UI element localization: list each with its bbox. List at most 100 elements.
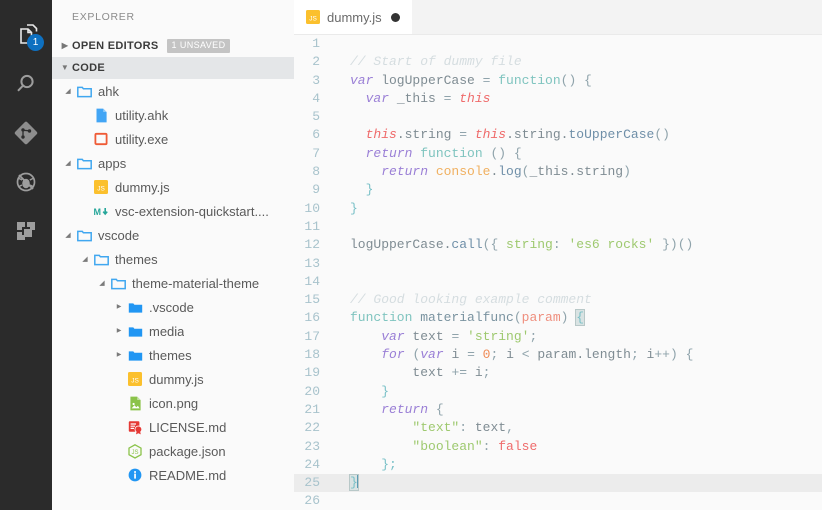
- section-open-editors[interactable]: ▶ OPEN EDITORS 1 UNSAVED: [52, 35, 294, 57]
- code-token-fnname: materialfunc: [420, 310, 514, 326]
- code-token-key: var: [381, 328, 405, 344]
- code-line[interactable]: 14: [294, 273, 822, 291]
- activity-item-debug[interactable]: [0, 157, 52, 206]
- line-number: 15: [304, 292, 320, 308]
- code-line[interactable]: 5: [294, 108, 822, 126]
- code-line[interactable]: 2 // Start of dummy file: [294, 53, 822, 71]
- tree-file-row[interactable]: icon.png: [52, 391, 294, 415]
- chevron-down-icon[interactable]: ◢: [62, 232, 74, 239]
- chevron-down-icon[interactable]: ◢: [96, 280, 108, 287]
- code-line-text: }: [336, 383, 822, 401]
- tab-dummy-js[interactable]: JS dummy.js: [294, 0, 412, 34]
- code-line-text: "boolean": false: [336, 438, 822, 456]
- chevron-down-icon: ▼: [60, 63, 70, 72]
- code-line[interactable]: 25}: [294, 474, 822, 493]
- code-line[interactable]: 8 return console.log(_this.string): [294, 163, 822, 181]
- tree-folder-row[interactable]: ▶ media: [52, 319, 294, 343]
- code-line-text: }: [336, 181, 822, 199]
- code-line[interactable]: 7 return function () {: [294, 145, 822, 163]
- activity-item-source-control[interactable]: [0, 108, 52, 157]
- code-line-text: // Start of dummy file: [336, 53, 822, 71]
- code-line[interactable]: 10}: [294, 200, 822, 218]
- code-line[interactable]: 19 text += i;: [294, 364, 822, 382]
- code-line[interactable]: 15 // Good looking example comment: [294, 291, 822, 309]
- code-line[interactable]: 1: [294, 35, 822, 53]
- tree-file-row[interactable]: Mvsc-extension-quickstart....: [52, 199, 294, 223]
- code-token-ident: logUpperCase.: [350, 237, 452, 253]
- code-token-punct: :: [482, 438, 499, 454]
- readme-icon: [125, 468, 145, 482]
- dirty-indicator-icon[interactable]: [390, 12, 400, 22]
- code-token-punct: =: [443, 90, 460, 106]
- code-token-ident: text: [474, 420, 507, 436]
- section-code[interactable]: ▼ CODE: [52, 57, 294, 79]
- code-line[interactable]: 24 };: [294, 456, 822, 474]
- tree-folder-row[interactable]: ▶ .vscode: [52, 295, 294, 319]
- tree-item-label: apps: [98, 155, 127, 171]
- code-line[interactable]: 23 "boolean": false: [294, 438, 822, 456]
- line-number: 21: [304, 401, 320, 417]
- chevron-right-icon[interactable]: ▶: [113, 304, 125, 310]
- activity-item-extensions[interactable]: [0, 206, 52, 255]
- line-number: 1: [312, 36, 320, 51]
- code-line[interactable]: 3 var logUpperCase = function() {: [294, 72, 822, 90]
- code-token-meth: log: [498, 164, 522, 180]
- code-token-key: for: [381, 347, 413, 363]
- code-line[interactable]: 21 return {: [294, 401, 822, 419]
- editor-group: JS dummy.js 1 2// Start of dummy file 3 var…: [294, 0, 822, 510]
- tree-folder-row[interactable]: ▶ themes: [52, 343, 294, 367]
- chevron-right-icon[interactable]: ▶: [113, 352, 125, 358]
- code-token-ident: i: [443, 347, 468, 363]
- code-token-punct: {: [435, 401, 444, 417]
- tree-file-row[interactable]: JS dummy.js: [52, 367, 294, 391]
- debug-icon: [13, 169, 39, 195]
- code-line-text: // Good looking example comment: [336, 291, 822, 309]
- code-token-punct: <: [521, 347, 538, 363]
- code-line-text: logUpperCase.call({ string: 'es6 rocks' …: [336, 236, 822, 254]
- code-line-text: return console.log(_this.string): [336, 163, 822, 181]
- code-line-text: }: [336, 474, 822, 492]
- code-line[interactable]: 11: [294, 218, 822, 236]
- tree-folder-row[interactable]: ◢ apps: [52, 151, 294, 175]
- code-line[interactable]: 20 }: [294, 383, 822, 401]
- tree-folder-row[interactable]: ◢ ahk: [52, 79, 294, 103]
- tree-file-row[interactable]: utility.exe: [52, 127, 294, 151]
- code-token-this: this: [365, 127, 397, 143]
- code-line-text: var text = 'string';: [336, 328, 822, 346]
- code-editor[interactable]: 1 2// Start of dummy file 3 var logUpperCas…: [294, 35, 822, 510]
- chevron-down-icon[interactable]: ◢: [62, 88, 74, 95]
- chevron-right-icon[interactable]: ▶: [113, 328, 125, 334]
- tree-file-row[interactable]: LICENSE.md: [52, 415, 294, 439]
- code-line[interactable]: 18 for (var i = 0; i < param.length; i++…: [294, 346, 822, 364]
- code-line[interactable]: 26: [294, 492, 822, 510]
- code-line[interactable]: 9 }: [294, 181, 822, 199]
- tree-file-row[interactable]: README.md: [52, 463, 294, 487]
- code-line[interactable]: 4 var _this = this: [294, 90, 822, 108]
- code-line[interactable]: 13: [294, 255, 822, 273]
- tree-file-row[interactable]: JS dummy.js: [52, 175, 294, 199]
- activity-item-explorer[interactable]: 1: [0, 10, 52, 59]
- code-line[interactable]: 6 this.string = this.string.toUpperCase(…: [294, 126, 822, 144]
- tree-item-label: package.json: [149, 443, 226, 459]
- chevron-down-icon[interactable]: ◢: [79, 256, 91, 263]
- code-line[interactable]: 16 function materialfunc(param) {: [294, 309, 822, 327]
- tree-folder-row[interactable]: ◢ theme-material-theme: [52, 271, 294, 295]
- chevron-down-icon[interactable]: ◢: [62, 160, 74, 167]
- code-token-punct: :: [459, 420, 475, 436]
- unsaved-badge: 1 UNSAVED: [166, 39, 231, 53]
- tree-folder-row[interactable]: ◢ themes: [52, 247, 294, 271]
- code-token-fn: function: [350, 310, 421, 326]
- tree-folder-row[interactable]: ◢ vscode: [52, 223, 294, 247]
- code-line[interactable]: 22 "text": text,: [294, 419, 822, 437]
- code-line[interactable]: 17 var text = 'string';: [294, 328, 822, 346]
- tree-file-row[interactable]: utility.ahk: [52, 103, 294, 127]
- line-number: 17: [304, 328, 320, 344]
- code-line[interactable]: 12 logUpperCase.call({ string: 'es6 rocks…: [294, 236, 822, 254]
- tree-file-row[interactable]: JS package.json: [52, 439, 294, 463]
- open-editors-label: OPEN EDITORS: [72, 40, 159, 52]
- activity-item-search[interactable]: [0, 59, 52, 108]
